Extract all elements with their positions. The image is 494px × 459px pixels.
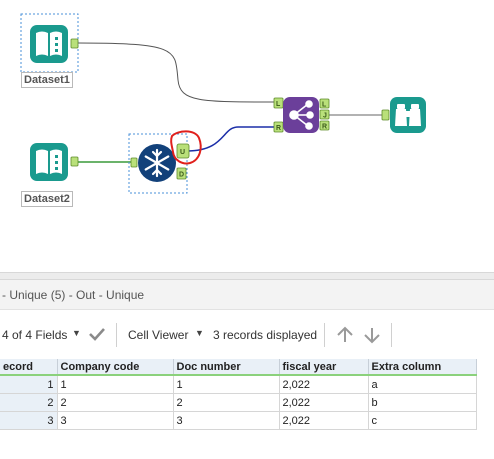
browse-input-anchor[interactable] bbox=[381, 109, 390, 121]
checkmark-icon[interactable] bbox=[87, 325, 107, 343]
records-displayed: 3 records displayed bbox=[213, 328, 318, 342]
join-anchor-label-left: L bbox=[276, 101, 281, 108]
results-title: - Unique (5) - Out - Unique bbox=[0, 280, 494, 310]
arrow-down-icon[interactable] bbox=[362, 325, 382, 345]
unique-node[interactable]: U D bbox=[128, 133, 190, 194]
cell-extra-column[interactable]: b bbox=[368, 393, 477, 412]
join-node[interactable]: L R L J R bbox=[273, 97, 330, 133]
toolbar-separator bbox=[116, 323, 117, 347]
table-row[interactable]: 1 1 1 2,022 a bbox=[0, 375, 477, 394]
cell-extra-column[interactable]: c bbox=[368, 411, 477, 430]
join-anchor-label-out-right: R bbox=[322, 124, 327, 131]
record-number: 1 bbox=[0, 375, 58, 394]
dataset2-label: Dataset2 bbox=[21, 191, 73, 207]
dataset1-output-anchor[interactable] bbox=[70, 38, 79, 49]
connection-dataset1-join-left[interactable] bbox=[77, 42, 277, 103]
column-header-fiscal-year[interactable]: fiscal year bbox=[279, 359, 369, 376]
cell-fiscal-year[interactable]: 2,022 bbox=[279, 375, 369, 394]
cell-extra-column[interactable]: a bbox=[368, 375, 477, 394]
dataset1-node[interactable] bbox=[20, 13, 79, 73]
cell-doc-number[interactable]: 3 bbox=[173, 411, 280, 430]
dataset1-label: Dataset1 bbox=[21, 72, 73, 88]
cell-fiscal-year[interactable]: 2,022 bbox=[279, 393, 369, 412]
cell-company-code[interactable]: 1 bbox=[57, 375, 174, 394]
results-grid[interactable]: ecord Company code Doc number fiscal yea… bbox=[0, 359, 477, 430]
dataset2-node[interactable] bbox=[30, 143, 79, 181]
unique-input-anchor[interactable] bbox=[130, 157, 138, 168]
browse-node[interactable] bbox=[381, 97, 426, 133]
cell-company-code[interactable]: 2 bbox=[57, 393, 174, 412]
column-header-company-code[interactable]: Company code bbox=[57, 359, 174, 376]
chevron-down-icon[interactable]: ▼ bbox=[72, 328, 81, 338]
table-row[interactable]: 3 3 3 2,022 c bbox=[0, 411, 477, 430]
join-anchor-label-out-left: L bbox=[322, 102, 327, 109]
column-header-doc-number[interactable]: Doc number bbox=[173, 359, 280, 376]
results-toolbar: 4 of 4 Fields ▼ Cell Viewer ▼ 3 records … bbox=[0, 311, 494, 359]
join-anchor-label-right: R bbox=[276, 125, 281, 132]
cell-company-code[interactable]: 3 bbox=[57, 411, 174, 430]
record-number: 2 bbox=[0, 393, 58, 412]
chevron-down-icon[interactable]: ▼ bbox=[195, 328, 204, 338]
table-row[interactable]: 2 2 2 2,022 b bbox=[0, 393, 477, 412]
cell-doc-number[interactable]: 1 bbox=[173, 375, 280, 394]
toolbar-separator bbox=[391, 323, 392, 347]
column-header-extra-column[interactable]: Extra column bbox=[368, 359, 477, 376]
grid-header-row: ecord Company code Doc number fiscal yea… bbox=[0, 359, 477, 376]
unique-anchor-label-u: U bbox=[180, 149, 185, 156]
cell-doc-number[interactable]: 2 bbox=[173, 393, 280, 412]
dataset2-output-anchor[interactable] bbox=[70, 156, 79, 167]
fields-selector[interactable]: 4 of 4 Fields bbox=[2, 328, 67, 342]
join-anchor-label-out-join: J bbox=[323, 113, 327, 120]
workflow-graph: U D L R L J R bbox=[20, 13, 426, 194]
unique-anchor-label-d: D bbox=[179, 172, 184, 179]
arrow-up-icon[interactable] bbox=[335, 325, 355, 345]
column-header-record[interactable]: ecord bbox=[0, 359, 58, 376]
cell-fiscal-year[interactable]: 2,022 bbox=[279, 411, 369, 430]
record-number: 3 bbox=[0, 411, 58, 430]
workflow-canvas[interactable]: U D L R L J R Dataset1 Dataset2 bbox=[0, 0, 494, 272]
cell-viewer-selector[interactable]: Cell Viewer bbox=[128, 328, 188, 342]
toolbar-separator bbox=[324, 323, 325, 347]
pane-splitter[interactable] bbox=[0, 272, 494, 280]
